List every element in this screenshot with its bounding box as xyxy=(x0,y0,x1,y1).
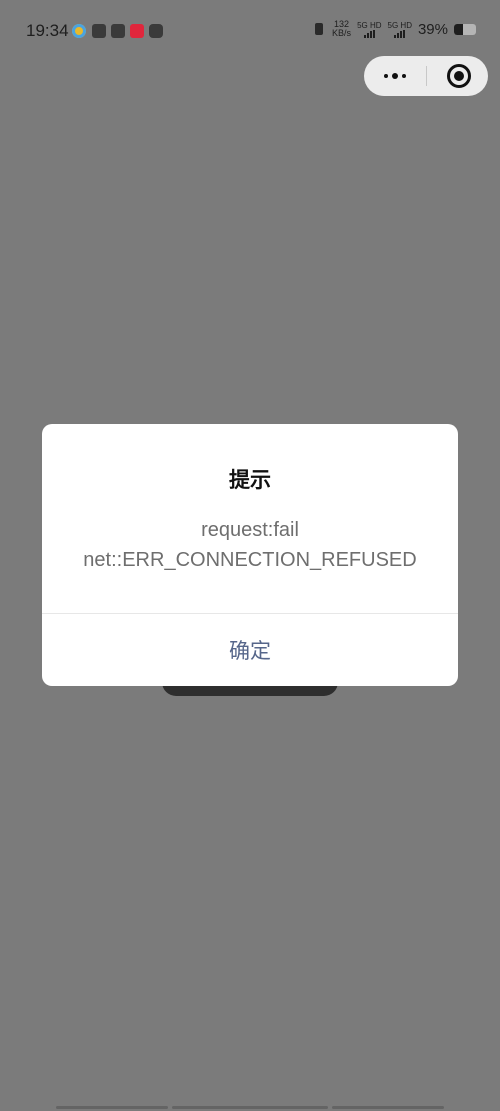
close-target-icon[interactable] xyxy=(447,64,471,88)
sim1-signal: 5G HD xyxy=(357,20,382,38)
network-speed-unit: KB/s xyxy=(332,28,352,38)
capsule-divider xyxy=(426,66,427,86)
sim1-label: 5G HD xyxy=(357,20,382,30)
app-notification-icon xyxy=(92,24,106,38)
app-notification-icon xyxy=(111,24,125,38)
signal-bars-icon xyxy=(394,29,406,38)
alert-dialog: 提示 request:fail net::ERR_CONNECTION_REFU… xyxy=(42,424,458,686)
nav-bar-segment xyxy=(56,1106,168,1109)
signal-bars-icon xyxy=(363,29,375,38)
vibrate-icon xyxy=(312,21,326,37)
dialog-message: request:fail net::ERR_CONNECTION_REFUSED xyxy=(42,515,458,575)
battery-icon xyxy=(454,23,476,35)
status-bar: 19:34 132 KB/s 5G HD 5G HD 39% xyxy=(0,0,500,62)
app-notification-icon xyxy=(149,24,163,38)
confirm-button[interactable]: 确定 xyxy=(42,614,458,686)
dialog-message-line: net::ERR_CONNECTION_REFUSED xyxy=(83,549,417,571)
sim2-label: 5G HD xyxy=(387,20,412,30)
dialog-title: 提示 xyxy=(229,468,271,492)
status-indicators: 132 KB/s 5G HD 5G HD 39% xyxy=(312,20,476,38)
status-time: 19:34 xyxy=(26,21,69,40)
sim2-signal: 5G HD xyxy=(388,21,412,38)
app-notification-icon xyxy=(72,24,86,38)
app-notification-icon xyxy=(130,24,144,38)
battery-level xyxy=(454,23,463,35)
network-speed: 132 KB/s xyxy=(332,20,351,38)
miniprogram-capsule xyxy=(364,56,488,96)
home-indicator[interactable] xyxy=(172,1106,328,1109)
more-dots-icon[interactable] xyxy=(382,64,408,88)
battery-percentage: 39% xyxy=(417,20,448,38)
dialog-message-line: request:fail xyxy=(201,519,299,541)
nav-bar-segment xyxy=(332,1106,444,1109)
